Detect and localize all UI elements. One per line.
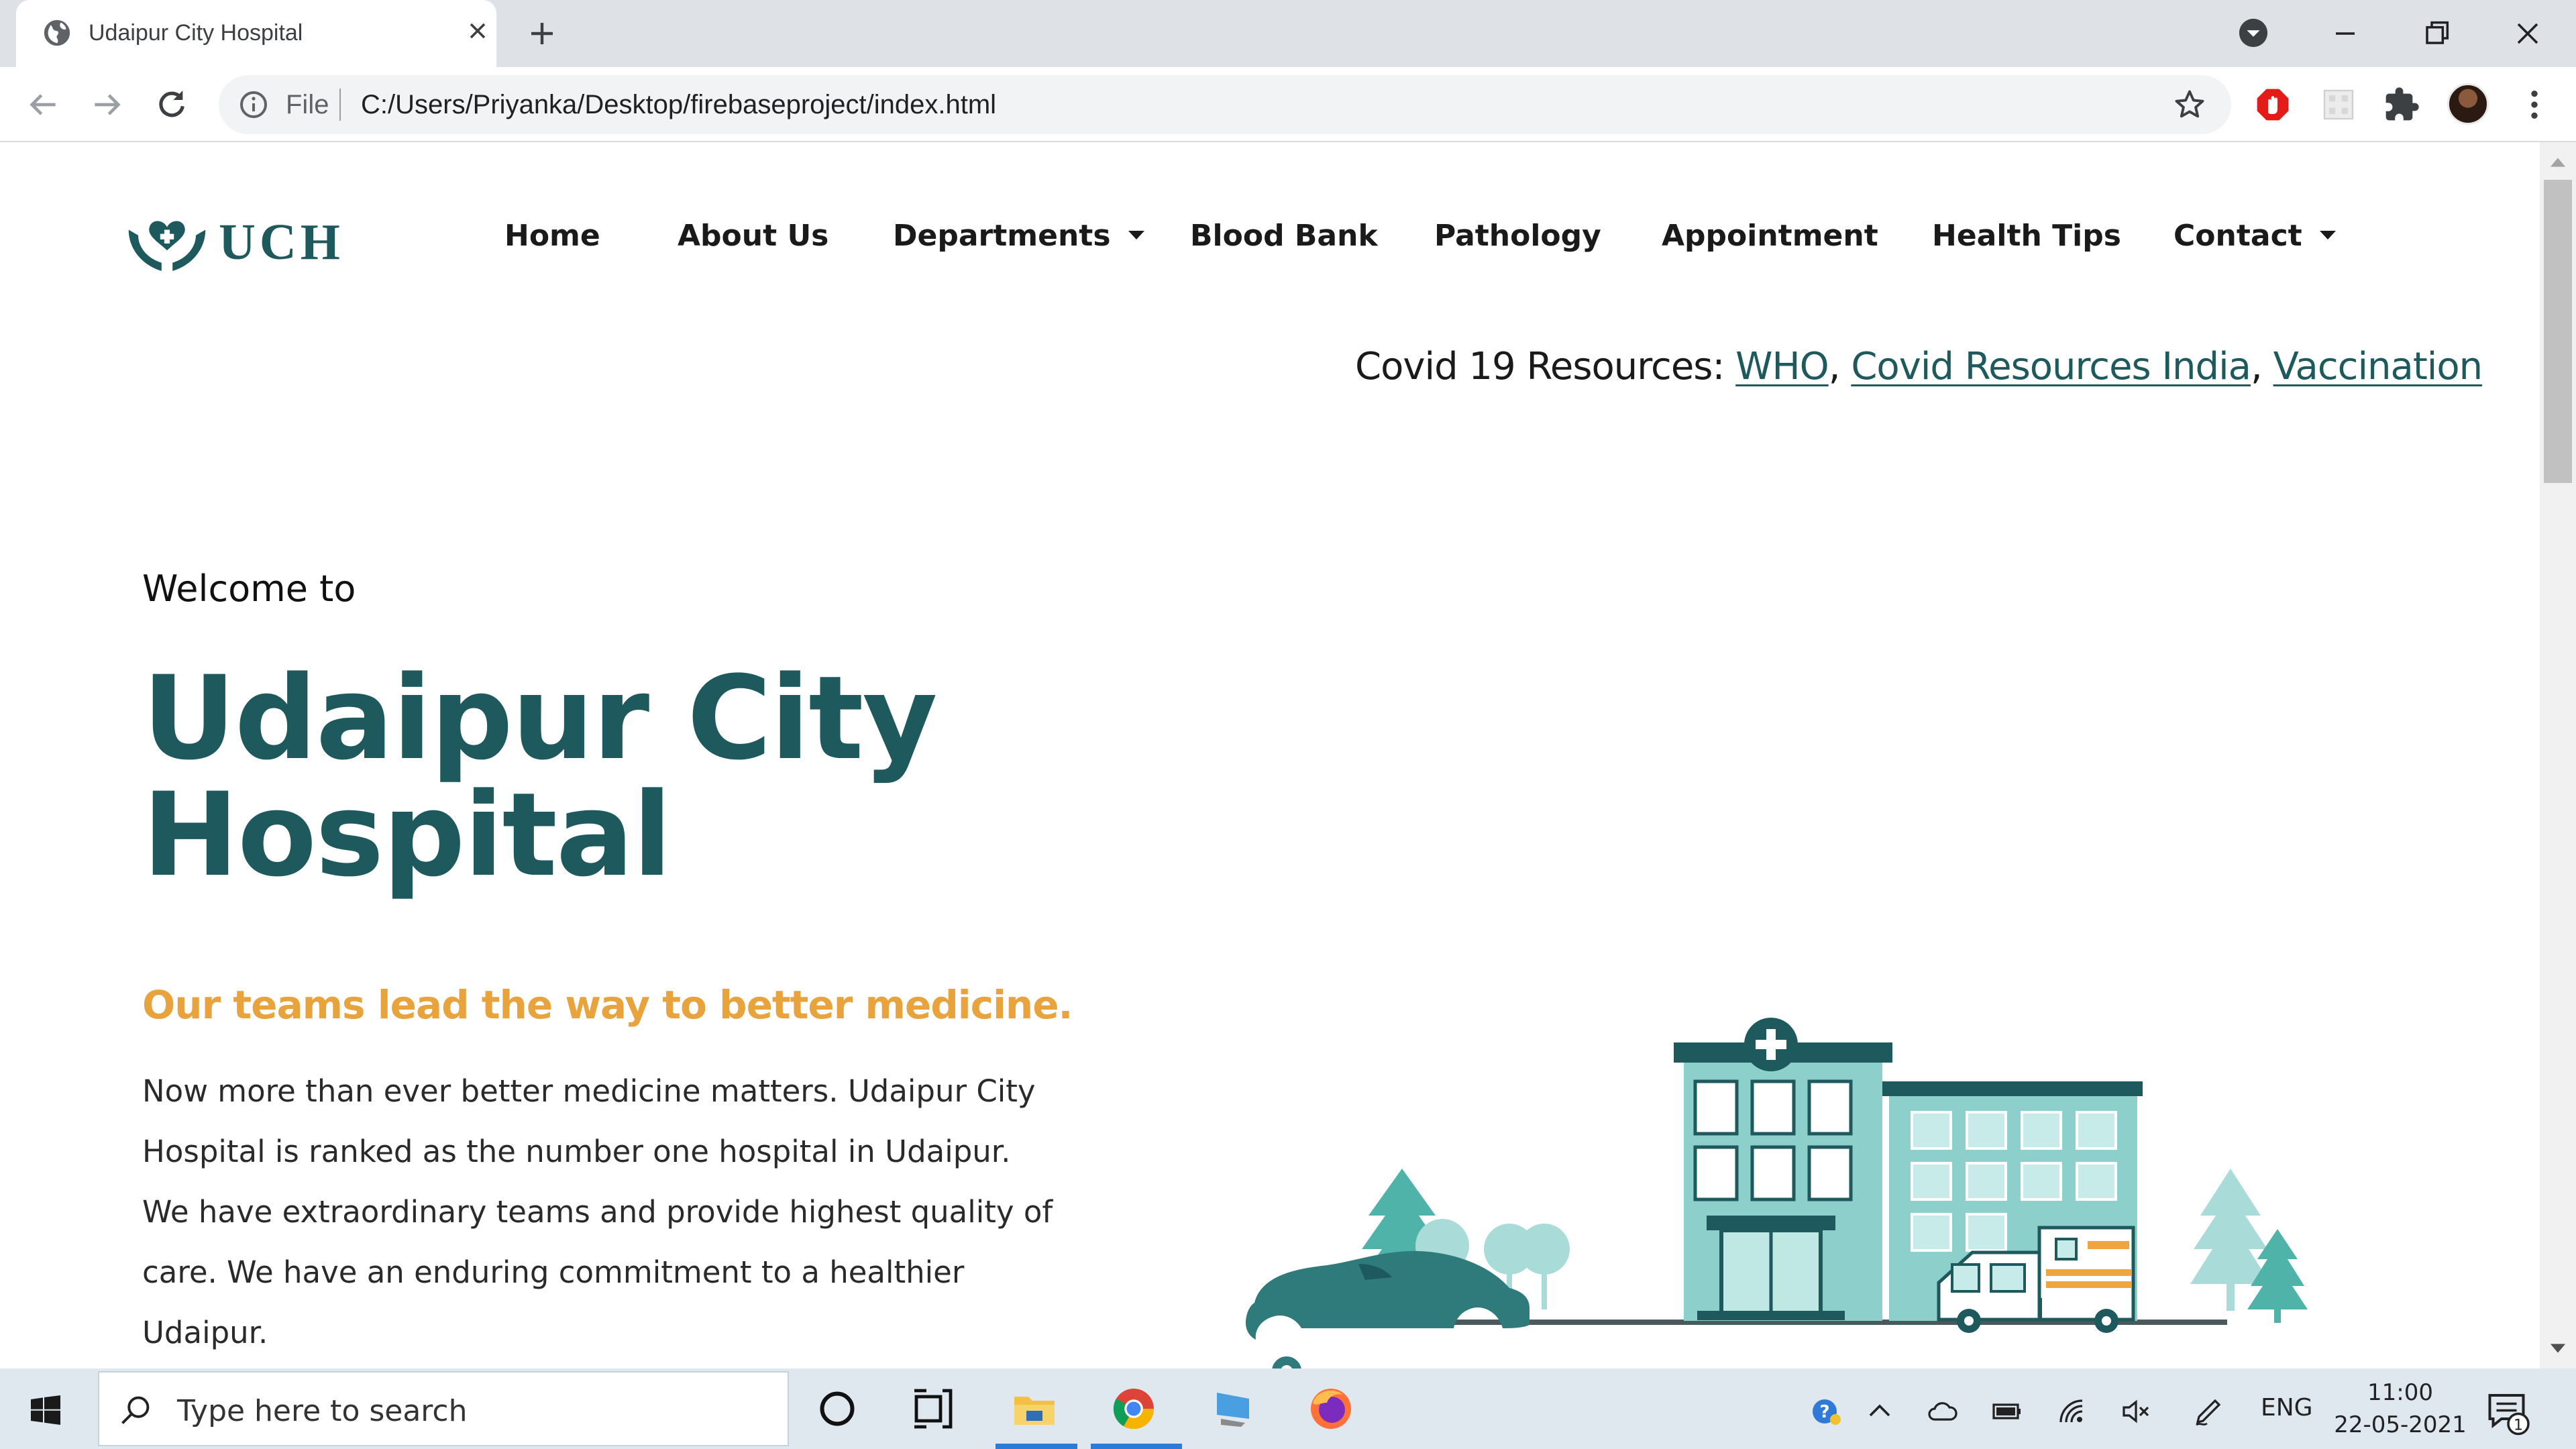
nav-pathology[interactable]: Pathology	[1434, 219, 1601, 253]
covid-resources-prefix: Covid 19 Resources:	[1355, 345, 1725, 388]
task-view-icon[interactable]	[908, 1385, 957, 1433]
url-text[interactable]: C:/Users/Priyanka/Desktop/firebaseprojec…	[361, 90, 996, 120]
search-icon	[121, 1396, 150, 1424]
windows-taskbar: Type here to search ? ENG 11:00 22-05-20…	[0, 1368, 2576, 1449]
more-menu-icon[interactable]	[2516, 86, 2553, 123]
adblock-extension-icon[interactable]	[2254, 86, 2292, 123]
hero-tagline: Our teams lead the way to better medicin…	[142, 982, 1073, 1028]
tree-icon	[2190, 1169, 2271, 1311]
page-scrollbar[interactable]	[2540, 142, 2576, 1368]
chrome-active-indicator	[1091, 1444, 1182, 1449]
notification-center-icon[interactable]: 1	[2485, 1389, 2532, 1436]
nav-health-tips[interactable]: Health Tips	[1932, 219, 2121, 253]
address-bar[interactable]: File C:/Users/Priyanka/Desktop/firebasep…	[219, 75, 2231, 134]
reload-icon[interactable]	[153, 86, 191, 123]
extension-icon[interactable]	[2320, 86, 2357, 123]
covid-resources: Covid 19 Resources: WHO, Covid Resources…	[1355, 345, 2483, 388]
nav-home[interactable]: Home	[504, 219, 600, 253]
puzzle-extensions-icon[interactable]	[2383, 86, 2420, 123]
file-explorer-icon[interactable]	[1010, 1385, 1059, 1433]
chevron-up-icon[interactable]	[1862, 1395, 1897, 1428]
nav-contact-label: Contact	[2174, 219, 2302, 253]
nav-departments-label: Departments	[893, 219, 1111, 253]
taskbar-search-box[interactable]: Type here to search	[98, 1371, 789, 1446]
link-covid-resources-india[interactable]: Covid Resources India	[1851, 345, 2251, 388]
wifi-icon[interactable]	[2054, 1395, 2089, 1428]
car-icon	[1246, 1250, 1529, 1368]
language-indicator[interactable]: ENG	[2261, 1394, 2313, 1421]
nav-pathology-label: Pathology	[1434, 219, 1601, 253]
cortana-icon[interactable]	[813, 1385, 861, 1433]
profile-avatar[interactable]	[2447, 83, 2489, 125]
globe-icon	[44, 19, 70, 46]
notification-count: 1	[2514, 1416, 2523, 1434]
site-logo[interactable]: UCH	[125, 207, 360, 280]
minimize-icon[interactable]	[2326, 15, 2364, 52]
chrome-icon[interactable]	[1110, 1385, 1158, 1433]
hospital-illustration	[1246, 1018, 2308, 1368]
firefox-icon[interactable]	[1307, 1385, 1355, 1433]
nav-health-tips-label: Health Tips	[1932, 219, 2121, 253]
file-explorer-active-indicator	[996, 1444, 1077, 1449]
computer-app-icon[interactable]	[1209, 1385, 1257, 1433]
close-window-icon[interactable]	[2509, 15, 2546, 52]
nav-appointment[interactable]: Appointment	[1662, 219, 1878, 253]
windows-start-icon[interactable]	[30, 1394, 62, 1426]
clock[interactable]: 11:00 22-05-2021	[2333, 1377, 2467, 1441]
clock-time: 11:00	[2367, 1379, 2433, 1406]
link-separator: ,	[1828, 345, 1841, 388]
nav-contact[interactable]: Contact	[2174, 219, 2336, 253]
clock-date: 22-05-2021	[2334, 1411, 2467, 1438]
nav-home-label: Home	[504, 219, 600, 253]
tab-search-icon[interactable]	[2238, 17, 2269, 48]
new-tab-icon[interactable]	[526, 17, 558, 50]
hero-title: Udaipur City Hospital	[142, 660, 1081, 894]
nav-about-us-label: About Us	[678, 219, 829, 253]
nav-about-us[interactable]: About Us	[678, 219, 828, 253]
scroll-thumb[interactable]	[2544, 180, 2572, 483]
scroll-down-arrow-icon[interactable]	[2540, 1335, 2576, 1362]
taskbar-search-placeholder: Type here to search	[177, 1394, 468, 1428]
pen-workspace-icon[interactable]	[2191, 1395, 2226, 1428]
restore-icon[interactable]	[2418, 15, 2455, 52]
welcome-text: Welcome to	[142, 568, 356, 610]
bookmark-star-icon[interactable]	[2172, 87, 2207, 122]
hero-title-line-2: Hospital	[142, 767, 672, 902]
tab-title: Udaipur City Hospital	[89, 20, 303, 46]
chevron-down-icon	[2319, 230, 2336, 239]
scroll-up-arrow-icon[interactable]	[2540, 149, 2576, 176]
link-separator: ,	[2250, 345, 2263, 388]
back-arrow-icon[interactable]	[24, 86, 62, 123]
onedrive-cloud-icon[interactable]	[1925, 1395, 1960, 1428]
browser-tab-active[interactable]: Udaipur City Hospital	[16, 0, 496, 67]
nav-blood-bank[interactable]: Blood Bank	[1190, 219, 1378, 253]
browser-toolbar: File C:/Users/Priyanka/Desktop/firebasep…	[0, 67, 2576, 142]
url-scheme-label: File	[286, 90, 329, 119]
nav-departments[interactable]: Departments	[893, 219, 1144, 253]
omnibox-divider	[339, 89, 341, 121]
browser-tabstrip: Udaipur City Hospital	[0, 0, 2576, 67]
svg-text:?: ?	[1819, 1402, 1829, 1422]
hospital-building	[1674, 1018, 1892, 1321]
nav-appointment-label: Appointment	[1662, 219, 1878, 253]
info-icon[interactable]	[237, 89, 270, 121]
chevron-down-icon	[1128, 230, 1144, 239]
web-page: UCH Home About Us Departments Blood Bank…	[0, 142, 2540, 1368]
close-tab-icon[interactable]	[464, 17, 491, 44]
battery-icon[interactable]	[1990, 1395, 2025, 1428]
volume-muted-icon[interactable]	[2118, 1395, 2153, 1428]
hero-intro-paragraph: Now more than ever better medicine matte…	[142, 1073, 1053, 1350]
help-icon[interactable]: ?	[1809, 1395, 1843, 1428]
logo-text: UCH	[219, 214, 344, 270]
link-vaccination[interactable]: Vaccination	[2273, 345, 2483, 388]
hands-heart-logo-icon	[128, 221, 206, 271]
nav-blood-bank-label: Blood Bank	[1190, 219, 1378, 253]
link-who[interactable]: WHO	[1735, 345, 1829, 388]
forward-arrow-icon[interactable]	[89, 86, 126, 123]
hero-title-line-1: Udaipur City	[142, 651, 938, 786]
